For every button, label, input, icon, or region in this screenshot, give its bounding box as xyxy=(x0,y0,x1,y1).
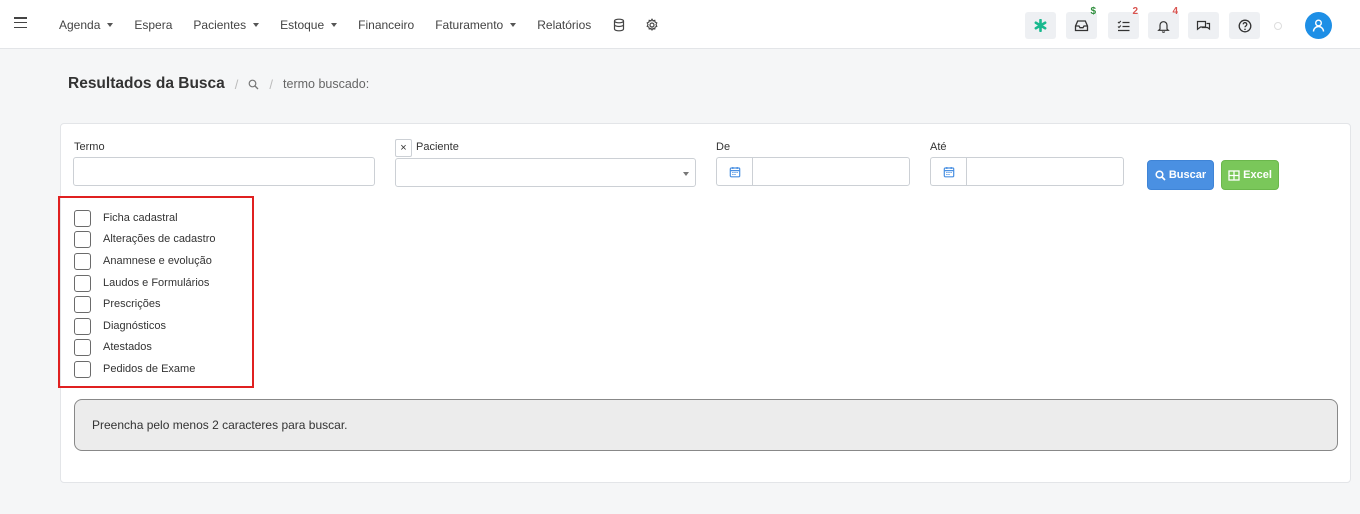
checkbox-prescricoes[interactable]: Prescrições xyxy=(74,295,160,313)
checkbox-laudos-formularios[interactable]: Laudos e Formulários xyxy=(74,274,209,292)
menu-icon[interactable] xyxy=(14,17,27,29)
nav-item-relatorios[interactable]: Relatórios xyxy=(537,18,591,32)
tasks-list-icon xyxy=(1117,20,1130,31)
help-icon xyxy=(1238,19,1251,32)
excel-button[interactable]: Excel xyxy=(1221,160,1279,190)
main-nav: Agenda Espera Pacientes Estoque Financei… xyxy=(59,0,678,49)
nav-item-pacientes[interactable]: Pacientes xyxy=(193,18,260,32)
alert-message: Preencha pelo menos 2 caracteres para bu… xyxy=(92,418,348,432)
paciente-label: Paciente xyxy=(416,141,459,153)
clear-paciente-button[interactable]: × xyxy=(395,139,412,157)
page-title: Resultados da Busca xyxy=(68,75,225,92)
ate-calendar-button[interactable] xyxy=(930,157,966,186)
ate-date-input[interactable] xyxy=(966,157,1124,186)
help-button[interactable] xyxy=(1229,12,1260,39)
checkbox[interactable] xyxy=(74,317,91,335)
breadcrumb-separator: / xyxy=(269,76,274,92)
checkbox[interactable] xyxy=(74,209,91,227)
user-avatar[interactable] xyxy=(1305,12,1332,39)
inbox-badge: $ xyxy=(1090,6,1096,17)
gear-icon[interactable] xyxy=(645,17,659,32)
notifications-badge: 4 xyxy=(1172,6,1178,17)
asterisk-icon xyxy=(1034,19,1047,32)
breadcrumb: Resultados da Busca / / termo buscado: xyxy=(68,74,369,94)
checkbox-anamnese-evolucao[interactable]: Anamnese e evolução xyxy=(74,252,212,270)
nav-item-estoque[interactable]: Estoque xyxy=(280,18,338,32)
de-calendar-button[interactable] xyxy=(716,157,752,186)
nav-item-agenda[interactable]: Agenda xyxy=(59,18,114,32)
chat-icon xyxy=(1196,20,1211,31)
de-date-input[interactable] xyxy=(752,157,910,186)
checkbox[interactable] xyxy=(74,338,91,356)
database-icon[interactable] xyxy=(612,18,626,32)
calendar-icon xyxy=(729,166,740,177)
search-icon xyxy=(1155,169,1166,181)
breadcrumb-separator: / xyxy=(234,76,239,92)
messages-button[interactable] xyxy=(1188,12,1219,39)
nav-item-financeiro[interactable]: Financeiro xyxy=(358,18,414,32)
caret-down-icon xyxy=(253,22,260,27)
status-indicator xyxy=(1274,22,1282,30)
checkbox-atestados[interactable]: Atestados xyxy=(74,338,152,356)
caret-down-icon xyxy=(331,22,338,27)
inbox-button[interactable]: $ xyxy=(1066,7,1097,39)
checkbox[interactable] xyxy=(74,274,91,292)
table-icon xyxy=(1228,169,1240,181)
ate-date-group xyxy=(930,157,1124,186)
search-icon xyxy=(249,79,259,89)
termo-input[interactable] xyxy=(73,157,375,186)
ate-label: Até xyxy=(930,141,947,153)
checkbox-diagnosticos[interactable]: Diagnósticos xyxy=(74,317,166,335)
de-label: De xyxy=(716,141,731,153)
user-icon xyxy=(1312,19,1325,32)
checkbox-ficha-cadastral[interactable]: Ficha cadastral xyxy=(74,209,178,227)
top-navbar: Agenda Espera Pacientes Estoque Financei… xyxy=(0,0,1360,49)
nav-item-faturamento[interactable]: Faturamento xyxy=(435,18,517,32)
notifications-button[interactable]: 4 xyxy=(1148,7,1179,39)
paciente-select[interactable] xyxy=(395,158,696,187)
termo-label: Termo xyxy=(74,141,105,153)
checkbox[interactable] xyxy=(74,360,91,378)
checkbox[interactable] xyxy=(74,230,91,248)
info-alert: Preencha pelo menos 2 caracteres para bu… xyxy=(74,399,1338,451)
search-card: Termo × Paciente De Até Buscar Excel Fic… xyxy=(58,123,1351,483)
checkbox[interactable] xyxy=(74,252,91,270)
caret-down-icon xyxy=(107,22,114,27)
caret-down-icon xyxy=(683,172,689,176)
checkbox[interactable] xyxy=(74,295,91,313)
tasks-badge: 2 xyxy=(1132,6,1138,17)
search-categories: Ficha cadastral Alterações de cadastro A… xyxy=(58,196,261,388)
calendar-icon xyxy=(943,166,954,177)
tasks-button[interactable]: 2 xyxy=(1108,7,1139,39)
inbox-icon xyxy=(1074,20,1089,32)
buscar-button[interactable]: Buscar xyxy=(1147,160,1214,190)
search-term-label: termo buscado: xyxy=(283,77,370,91)
caret-down-icon xyxy=(510,22,517,27)
checkbox-pedidos-exame[interactable]: Pedidos de Exame xyxy=(74,360,195,378)
bell-icon xyxy=(1157,20,1170,33)
asterisk-button[interactable] xyxy=(1025,12,1056,39)
checkbox-alteracoes-cadastro[interactable]: Alterações de cadastro xyxy=(74,230,216,248)
de-date-group xyxy=(716,157,910,186)
nav-item-espera[interactable]: Espera xyxy=(134,18,172,32)
